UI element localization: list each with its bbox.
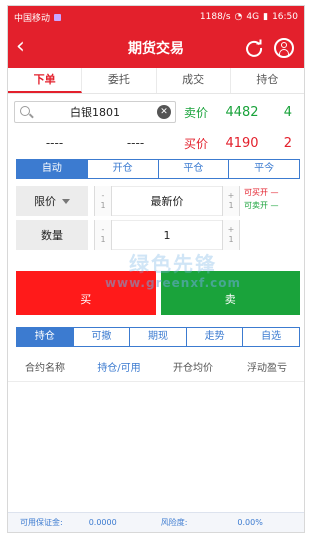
placeholder-left: ---- — [45, 136, 64, 150]
price-minus-button[interactable]: - 1 — [94, 186, 112, 216]
price-type-select[interactable]: 限价 — [16, 186, 88, 216]
chevron-left-icon[interactable]: ‹ — [16, 36, 25, 58]
sell-open-label: 可卖开 — [244, 201, 268, 210]
col-position-available[interactable]: 持仓/可用 — [82, 356, 156, 381]
carrier-label: 中国移动 — [14, 13, 51, 24]
mode-close-today[interactable]: 平今 — [229, 160, 299, 178]
quantity-label-box: 数量 — [16, 220, 88, 250]
mode-close[interactable]: 平仓 — [159, 160, 230, 178]
tab-orders[interactable]: 委托 — [82, 68, 157, 93]
tab-futures-spot[interactable]: 期现 — [130, 328, 187, 346]
price-value[interactable]: 最新价 — [112, 186, 222, 216]
quantity-control: 数量 - 1 1 + 1 — [16, 220, 240, 250]
buy-open-label: 可买开 — [244, 188, 268, 197]
available-volume: 可买开 — 可卖开 — — [244, 186, 304, 212]
contract-search-input[interactable]: 白银1801 ✕ — [14, 101, 176, 123]
position-list — [8, 383, 304, 513]
mode-auto[interactable]: 自动 — [17, 160, 88, 178]
tab-holdings[interactable]: 持仓 — [17, 328, 74, 346]
sell-price-label: 卖价 — [184, 105, 209, 120]
chevron-down-icon — [62, 198, 70, 204]
status-right: 1188/s ◔ 4G ▮ 16:50 — [200, 12, 298, 22]
quantity-plus-button[interactable]: + 1 — [222, 220, 240, 250]
tab-cancelable[interactable]: 可撤 — [74, 328, 131, 346]
quantity-input[interactable]: 1 — [112, 220, 222, 250]
mode-open[interactable]: 开仓 — [88, 160, 159, 178]
tab-watchlist[interactable]: 自选 — [243, 328, 299, 346]
page-title: 期货交易 — [128, 41, 184, 57]
placeholder-right: ---- — [126, 136, 145, 150]
col-contract-name: 合约名称 — [25, 363, 65, 374]
risk-label: 风险度: — [160, 518, 188, 527]
price-type-label: 限价 — [34, 195, 56, 208]
quantity-minus-button[interactable]: - 1 — [94, 220, 112, 250]
margin-label: 可用保证金: — [20, 518, 63, 527]
tab-place-order[interactable]: 下单 — [8, 68, 83, 93]
buy-volume: 2 — [283, 135, 292, 151]
wifi-icon: ◔ — [234, 12, 243, 22]
position-tabs: 持仓 可撤 期现 走势 自选 — [16, 327, 300, 347]
user-icon[interactable] — [274, 38, 294, 58]
tab-trend[interactable]: 走势 — [187, 328, 244, 346]
col-floating-pnl: 浮动盈亏 — [247, 363, 287, 374]
sell-open-value: — — [270, 201, 279, 210]
buy-price-label: 买价 — [184, 136, 209, 151]
quote-row-sell: 白银1801 ✕ 卖价 4482 4 — [14, 100, 300, 124]
sell-volume: 4 — [283, 104, 292, 120]
buy-open-value: — — [270, 188, 279, 197]
battery-icon: ▮ — [263, 12, 269, 22]
app-frame: 中国移动 1188/s ◔ 4G ▮ 16:50 ‹ 期货交易 下单 委托 成交… — [7, 5, 305, 533]
risk-value: 0.00% — [237, 518, 263, 527]
quantity-label: 数量 — [41, 229, 63, 242]
search-icon — [20, 106, 30, 116]
contract-name: 白银1801 — [70, 106, 120, 119]
tab-trades[interactable]: 成交 — [157, 68, 231, 93]
price-control: 限价 - 1 最新价 + 1 — [16, 186, 240, 216]
position-table-header: 合约名称 持仓/可用 开仓均价 浮动盈亏 — [8, 356, 304, 382]
account-footer: 可用保证金: 0.0000 风险度: 0.00% — [8, 512, 304, 532]
price-plus-button[interactable]: + 1 — [222, 186, 240, 216]
buy-price[interactable]: 4190 — [214, 136, 270, 151]
title-bar: ‹ 期货交易 — [8, 28, 304, 68]
quote-row-buy: ---- ---- 买价 4190 2 — [14, 132, 300, 154]
open-close-mode-bar: 自动 开仓 平仓 平今 — [16, 159, 300, 179]
clock: 16:50 — [272, 12, 298, 22]
refresh-icon[interactable] — [244, 38, 264, 58]
clear-icon[interactable]: ✕ — [157, 105, 171, 119]
margin-value: 0.0000 — [88, 518, 117, 527]
watermark-logo: 绿色先锋 — [129, 252, 217, 276]
watermark-url: www.greenxf.com — [104, 276, 242, 290]
col-open-avg-price: 开仓均价 — [173, 363, 213, 374]
sell-price[interactable]: 4482 — [214, 105, 270, 120]
network-speed: 1188/s — [199, 12, 231, 22]
notification-icon — [54, 13, 62, 21]
status-bar: 中国移动 1188/s ◔ 4G ▮ 16:50 — [8, 6, 304, 28]
tab-positions[interactable]: 持仓 — [231, 68, 304, 93]
network-type: 4G — [246, 12, 260, 22]
main-tabs: 下单 委托 成交 持仓 — [8, 68, 304, 94]
